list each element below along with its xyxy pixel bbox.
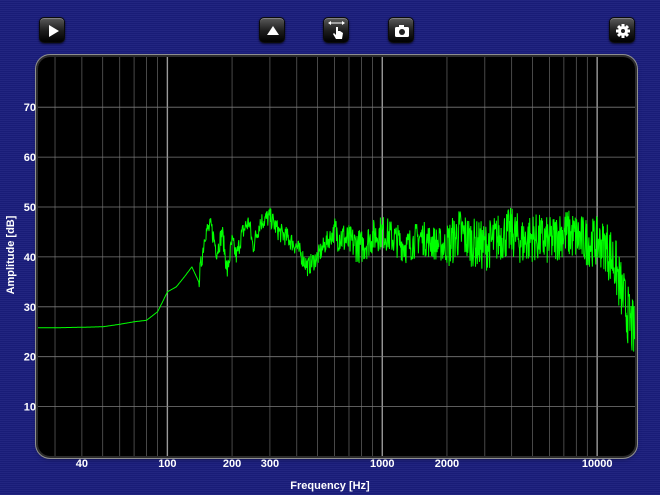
play-button[interactable] (39, 17, 65, 43)
hand-pointer-icon (328, 21, 345, 39)
x-tick-label: 40 (76, 458, 88, 470)
x-axis-label: Frequency [Hz] (290, 480, 370, 492)
eject-icon (267, 26, 279, 35)
y-tick-label: 10 (24, 402, 36, 414)
x-tick-label: 300 (261, 458, 279, 470)
y-tick-label: 50 (24, 202, 36, 214)
y-axis-label: Amplitude [dB] (5, 215, 17, 295)
camera-button[interactable] (388, 17, 414, 43)
y-tick-label: 20 (24, 352, 36, 364)
spectrum-trace (38, 207, 635, 352)
x-tick-label: 100 (158, 458, 176, 470)
y-tick-label: 40 (24, 252, 36, 264)
pan-zoom-button[interactable] (323, 17, 349, 43)
x-tick-label: 1000 (370, 458, 394, 470)
x-tick-label: 200 (223, 458, 241, 470)
y-tick-label: 60 (24, 152, 36, 164)
camera-icon (395, 25, 409, 37)
x-tick-label: 2000 (435, 458, 459, 470)
spectrum-plot[interactable] (38, 57, 635, 456)
y-tick-label: 70 (24, 102, 36, 114)
x-tick-label: 10000 (582, 458, 613, 470)
gear-icon (616, 24, 630, 38)
play-icon (49, 25, 59, 37)
eject-button[interactable] (259, 17, 285, 43)
y-tick-label: 30 (24, 302, 36, 314)
spectrum-chart (38, 57, 635, 456)
settings-button[interactable] (609, 17, 635, 43)
